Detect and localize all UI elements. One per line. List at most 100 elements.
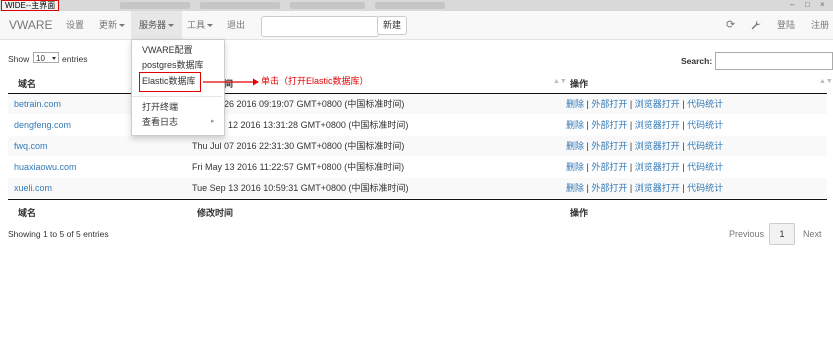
highlight-box xyxy=(139,72,201,92)
modified-time: 12 2016 13:31:28 GMT+0800 (中国标准时间) xyxy=(228,120,409,130)
separator: | xyxy=(682,162,685,172)
wrench-icon[interactable] xyxy=(751,11,761,39)
length-select[interactable]: 10 xyxy=(33,52,59,63)
row-actions: 删除 | 外部打开 | 浏览器打开 | 代码统计 xyxy=(566,178,723,198)
code-stats-link[interactable]: 代码统计 xyxy=(687,120,723,130)
brand[interactable]: VWARE xyxy=(9,11,53,39)
external-open-link[interactable]: 外部打开 xyxy=(591,120,627,130)
footer-header-domain: 域名 xyxy=(18,208,37,218)
register-link[interactable]: 注册 xyxy=(811,11,829,39)
nav-update-label: 更新 xyxy=(99,20,118,30)
nav-server[interactable]: 服务器 xyxy=(131,11,183,39)
chevron-down-icon xyxy=(207,24,214,28)
navbar-search-input[interactable] xyxy=(261,16,379,37)
table-info: Showing 1 to 5 of 5 entries xyxy=(8,229,109,239)
sort-icon[interactable]: ▲▼ xyxy=(553,78,567,85)
external-open-link[interactable]: 外部打开 xyxy=(591,162,627,172)
delete-link[interactable]: 删除 xyxy=(566,162,584,172)
column-header-domain[interactable]: 域名 xyxy=(18,77,36,90)
nav-tools[interactable]: 工具 xyxy=(187,11,214,39)
menu-item-postgres[interactable]: postgres数据库 xyxy=(142,59,204,72)
maximize-icon[interactable]: □ xyxy=(805,0,810,10)
refresh-icon[interactable]: ⟳ xyxy=(726,11,735,39)
external-open-link[interactable]: 外部打开 xyxy=(591,99,627,109)
row-actions: 删除 | 外部打开 | 浏览器打开 | 代码统计 xyxy=(566,136,723,156)
pagination-previous[interactable]: Previous xyxy=(729,229,764,239)
separator: | xyxy=(629,120,633,130)
menu-divider xyxy=(132,96,222,97)
delete-link[interactable]: 删除 xyxy=(566,99,584,109)
footer-divider xyxy=(8,199,827,200)
separator: | xyxy=(629,99,633,109)
chevron-down-icon xyxy=(52,57,56,60)
code-stats-link[interactable]: 代码统计 xyxy=(687,99,723,109)
minimize-icon[interactable]: – xyxy=(790,0,794,10)
footer-header-time: 修改时间 xyxy=(197,208,234,218)
chevron-down-icon xyxy=(119,24,126,28)
length-suffix: entries xyxy=(62,54,88,64)
domain-link[interactable]: fwq.com xyxy=(14,136,48,156)
menu-item-terminal[interactable]: 打开终端 xyxy=(142,101,178,114)
row-actions: 删除 | 外部打开 | 浏览器打开 | 代码统计 xyxy=(566,115,723,135)
background-tab[interactable] xyxy=(290,2,365,9)
browser-open-link[interactable]: 浏览器打开 xyxy=(635,162,680,172)
browser-open-link[interactable]: 浏览器打开 xyxy=(635,183,680,193)
chevron-down-icon xyxy=(168,24,175,28)
nav-settings[interactable]: 设置 xyxy=(66,11,84,39)
separator: | xyxy=(586,162,589,172)
pagination-next[interactable]: Next xyxy=(803,229,822,239)
new-button[interactable]: 新建 xyxy=(377,16,407,35)
nav-server-label: 服务器 xyxy=(139,20,167,30)
search-label: Search: xyxy=(681,56,713,66)
separator: | xyxy=(682,183,685,193)
footer-header-actions: 操作 xyxy=(570,208,589,218)
modified-time: Fri May 13 2016 11:22:57 GMT+0800 (中国标准时… xyxy=(192,162,405,172)
browser-open-link[interactable]: 浏览器打开 xyxy=(635,99,680,109)
login-link[interactable]: 登陆 xyxy=(777,11,795,39)
nav-update[interactable]: 更新 xyxy=(99,11,126,39)
external-open-link[interactable]: 外部打开 xyxy=(591,141,627,151)
length-prefix: Show xyxy=(8,54,30,64)
code-stats-link[interactable]: 代码统计 xyxy=(687,162,723,172)
chevron-right-icon: ▸ xyxy=(211,118,215,125)
delete-link[interactable]: 删除 xyxy=(566,141,584,151)
separator: | xyxy=(682,120,685,130)
nav-exit[interactable]: 退出 xyxy=(227,11,245,39)
background-tab[interactable] xyxy=(120,2,190,9)
annotation-arrow xyxy=(203,78,259,86)
table-search-input[interactable] xyxy=(715,52,833,70)
separator: | xyxy=(682,141,685,151)
menu-item-logs[interactable]: 查看日志 xyxy=(142,116,178,129)
close-icon[interactable]: × xyxy=(820,0,825,10)
separator: | xyxy=(586,99,589,109)
browser-open-link[interactable]: 浏览器打开 xyxy=(635,141,680,151)
domain-link[interactable]: huaxiaowu.com xyxy=(14,157,77,177)
separator: | xyxy=(586,141,589,151)
code-stats-link[interactable]: 代码统计 xyxy=(687,141,723,151)
background-tab[interactable] xyxy=(200,2,280,9)
nav-tools-label: 工具 xyxy=(187,20,206,30)
menu-item-vware-config[interactable]: VWARE配置 xyxy=(142,44,193,57)
sort-icon[interactable]: ▲▼ xyxy=(819,78,833,85)
external-open-link[interactable]: 外部打开 xyxy=(591,183,627,193)
background-tab[interactable] xyxy=(375,2,445,9)
domain-link[interactable]: betrain.com xyxy=(14,94,61,114)
separator: | xyxy=(629,141,633,151)
pagination-page-1[interactable]: 1 xyxy=(769,223,795,245)
annotation-text: 单击（打开Elastic数据库） xyxy=(261,76,369,86)
row-actions: 删除 | 外部打开 | 浏览器打开 | 代码统计 xyxy=(566,157,723,177)
delete-link[interactable]: 删除 xyxy=(566,120,584,130)
delete-link[interactable]: 删除 xyxy=(566,183,584,193)
separator: | xyxy=(629,162,633,172)
domain-link[interactable]: dengfeng.com xyxy=(14,115,71,135)
column-header-actions[interactable]: 操作 xyxy=(570,77,588,90)
separator: | xyxy=(586,183,589,193)
code-stats-link[interactable]: 代码统计 xyxy=(687,183,723,193)
separator: | xyxy=(586,120,589,130)
window-title: WIDE--主界面 xyxy=(1,0,60,11)
browser-open-link[interactable]: 浏览器打开 xyxy=(635,120,680,130)
row-actions: 删除 | 外部打开 | 浏览器打开 | 代码统计 xyxy=(566,94,723,114)
length-value: 10 xyxy=(36,54,45,63)
domain-link[interactable]: xueli.com xyxy=(14,178,52,198)
separator: | xyxy=(682,99,685,109)
